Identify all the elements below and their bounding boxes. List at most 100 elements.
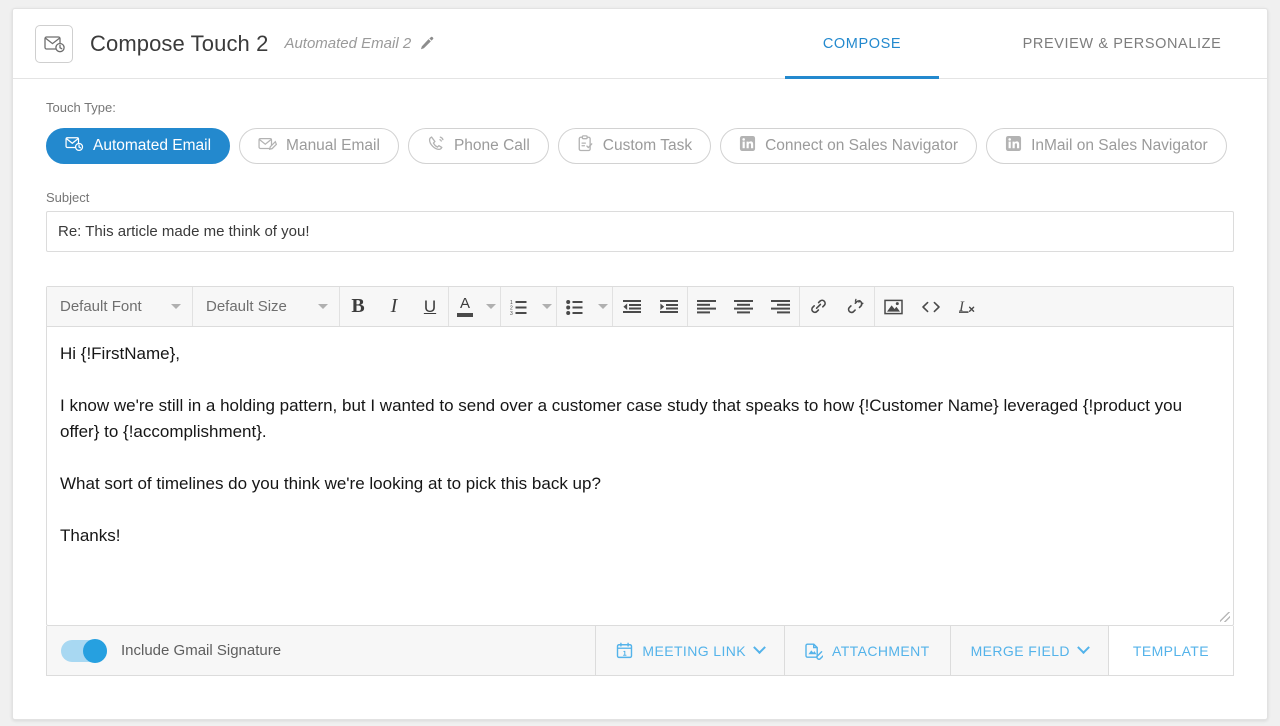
chevron-down-icon bbox=[171, 304, 181, 309]
remove-link-button[interactable] bbox=[837, 287, 874, 326]
toggle-knob bbox=[83, 638, 107, 663]
bold-button[interactable]: B bbox=[340, 287, 376, 326]
toolbar-group-insert: I bbox=[875, 287, 986, 326]
touch-type-connect-sales-navigator[interactable]: Connect on Sales Navigator bbox=[720, 128, 978, 164]
font-size-select[interactable]: Default Size bbox=[193, 287, 339, 326]
compose-touch-card: Compose Touch 2 Automated Email 2 COMPOS… bbox=[12, 8, 1268, 720]
tab-preview-personalize[interactable]: PREVIEW & PERSONALIZE bbox=[977, 9, 1267, 79]
underline-icon: U bbox=[423, 296, 437, 316]
merge-field-button[interactable]: MERGE FIELD bbox=[949, 626, 1108, 675]
bulleted-list-button[interactable] bbox=[557, 287, 593, 326]
chevron-down-icon bbox=[1077, 641, 1090, 655]
chevron-down-icon bbox=[597, 304, 608, 309]
body-paragraph: Thanks! bbox=[60, 526, 121, 545]
font-color-dropdown[interactable] bbox=[481, 287, 500, 326]
touch-type-phone-call[interactable]: Phone Call bbox=[407, 128, 549, 164]
linkedin-icon bbox=[1005, 135, 1022, 157]
attachment-label: ATTACHMENT bbox=[832, 642, 930, 659]
editor-toolbar: Default Font Default Size B I U A 1 2 3 … bbox=[47, 287, 1233, 327]
touch-type-automated-email[interactable]: Automated Email bbox=[46, 128, 231, 164]
meeting-link-label: MEETING LINK bbox=[642, 642, 747, 659]
align-right-icon bbox=[771, 300, 790, 314]
numbered-list-button[interactable]: 1 2 3 bbox=[501, 287, 537, 326]
tab-compose[interactable]: COMPOSE bbox=[785, 9, 939, 79]
touch-type-label: Touch Type: bbox=[46, 100, 116, 115]
editor-resize-handle[interactable] bbox=[1220, 612, 1230, 622]
insert-link-button[interactable] bbox=[800, 287, 837, 326]
touch-type-custom-task[interactable]: Custom Task bbox=[557, 128, 712, 164]
template-button[interactable]: TEMPLATE bbox=[1107, 626, 1233, 675]
calendar-icon bbox=[617, 642, 633, 659]
font-color-button[interactable]: A bbox=[449, 287, 481, 326]
linkedin-icon bbox=[739, 135, 756, 157]
page-header: Compose Touch 2 Automated Email 2 COMPOS… bbox=[13, 9, 1267, 79]
email-clock-icon bbox=[65, 136, 84, 157]
align-left-icon bbox=[697, 300, 716, 314]
indent-icon bbox=[659, 300, 678, 313]
clear-formatting-icon: I bbox=[958, 299, 974, 315]
underline-button[interactable]: U bbox=[412, 287, 448, 326]
page-subtitle: Automated Email 2 bbox=[284, 35, 412, 52]
outdent-button[interactable] bbox=[613, 287, 650, 326]
email-pencil-icon bbox=[258, 136, 278, 157]
code-icon bbox=[921, 301, 940, 312]
align-left-button[interactable] bbox=[688, 287, 725, 326]
touch-type-inmail-sales-navigator[interactable]: InMail on Sales Navigator bbox=[986, 128, 1227, 164]
source-code-button[interactable] bbox=[912, 287, 949, 326]
bulleted-list-dropdown[interactable] bbox=[593, 287, 612, 326]
header-left: Compose Touch 2 Automated Email 2 bbox=[13, 24, 434, 63]
subject-input[interactable] bbox=[46, 211, 1234, 252]
meeting-link-button[interactable]: MEETING LINK bbox=[595, 626, 784, 675]
indent-button[interactable] bbox=[650, 287, 687, 326]
email-clock-icon bbox=[35, 24, 73, 63]
body-paragraph: Hi {!FirstName}, bbox=[60, 344, 180, 363]
touch-type-label-text: Custom Task bbox=[602, 137, 693, 154]
touch-type-section: Touch Type: Automated Email Manual Email… bbox=[13, 100, 1267, 252]
align-right-button[interactable] bbox=[762, 287, 799, 326]
touch-type-label-text: InMail on Sales Navigator bbox=[1031, 137, 1208, 154]
email-body-text[interactable]: Hi {!FirstName}, I know we're still in a… bbox=[47, 327, 1233, 625]
attachment-button[interactable]: ATTACHMENT bbox=[784, 626, 950, 675]
attachment-icon bbox=[805, 643, 824, 660]
link-icon bbox=[811, 299, 826, 314]
body-paragraph: I know we're still in a holding pattern,… bbox=[60, 396, 1183, 441]
phone-icon bbox=[427, 135, 445, 157]
align-center-button[interactable] bbox=[725, 287, 762, 326]
align-center-icon bbox=[734, 300, 753, 314]
body-paragraph: What sort of timelines do you think we'r… bbox=[60, 474, 601, 493]
pencil-icon[interactable] bbox=[419, 36, 434, 51]
template-label: TEMPLATE bbox=[1132, 642, 1209, 659]
insert-image-button[interactable] bbox=[875, 287, 912, 326]
font-family-select[interactable]: Default Font bbox=[47, 287, 193, 326]
touch-type-label-text: Connect on Sales Navigator bbox=[765, 137, 959, 154]
clipboard-check-icon bbox=[577, 135, 594, 157]
bold-icon: B bbox=[351, 295, 365, 317]
italic-button[interactable]: I bbox=[376, 287, 412, 326]
toolbar-group-bullets bbox=[557, 287, 613, 326]
clear-formatting-button[interactable]: I bbox=[949, 287, 986, 326]
font-color-icon: A bbox=[459, 295, 470, 312]
unlink-icon bbox=[847, 298, 864, 314]
toolbar-group-font: Default Font Default Size bbox=[47, 287, 340, 326]
touch-type-manual-email[interactable]: Manual Email bbox=[239, 128, 399, 164]
merge-field-label: MERGE FIELD bbox=[970, 642, 1070, 659]
bulleted-list-icon bbox=[566, 299, 583, 315]
toolbar-group-indent bbox=[613, 287, 688, 326]
numbered-list-dropdown[interactable] bbox=[537, 287, 556, 326]
svg-text:3: 3 bbox=[510, 311, 513, 315]
toolbar-group-align bbox=[688, 287, 800, 326]
page-title: Compose Touch 2 bbox=[90, 30, 269, 56]
include-gmail-signature-label: Include Gmail Signature bbox=[121, 642, 282, 659]
outdent-icon bbox=[622, 300, 641, 313]
touch-type-options: Automated Email Manual Email Phone Call … bbox=[46, 128, 1234, 164]
include-gmail-signature-toggle[interactable] bbox=[61, 638, 107, 663]
font-family-value: Default Font bbox=[60, 298, 142, 315]
toolbar-group-lists: 1 2 3 bbox=[501, 287, 557, 326]
subject-label: Subject bbox=[46, 190, 90, 205]
chevron-down-icon bbox=[753, 641, 766, 655]
email-body-editor: Default Font Default Size B I U A 1 2 3 … bbox=[46, 286, 1234, 626]
touch-type-label-text: Automated Email bbox=[93, 137, 212, 154]
image-icon bbox=[884, 299, 903, 314]
chevron-down-icon bbox=[485, 304, 496, 309]
touch-type-label-text: Manual Email bbox=[286, 137, 380, 154]
